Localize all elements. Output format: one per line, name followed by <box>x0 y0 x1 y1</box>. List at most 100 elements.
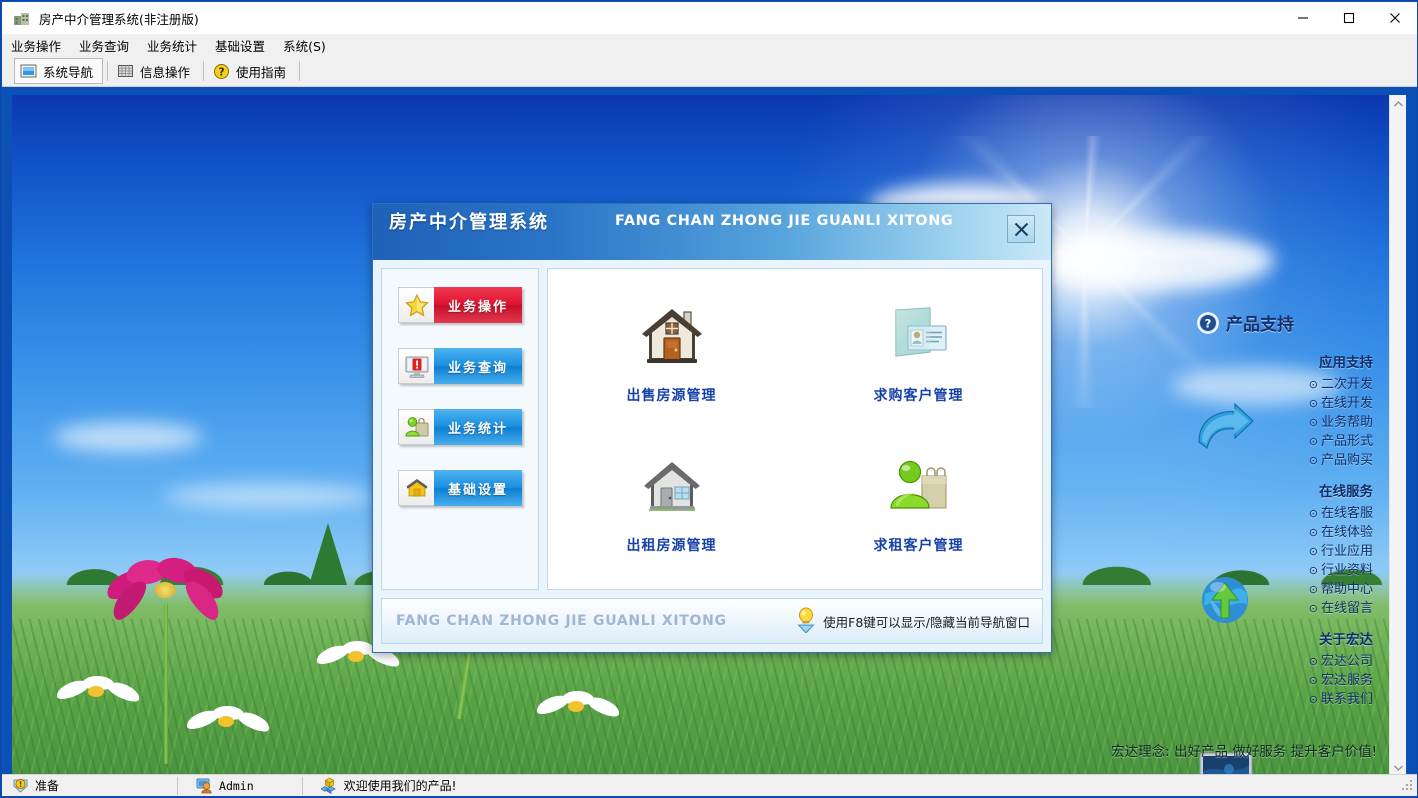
question-circle-icon: ? <box>1197 311 1219 334</box>
bullet-icon: ⊙ <box>1308 655 1318 668</box>
support-link-online-service[interactable]: ⊙ 在线客服 <box>1197 504 1377 523</box>
toolbar-button-info-operation[interactable]: 信息操作 <box>112 58 199 84</box>
nav-label-basic-settings: 基础设置 <box>434 470 522 506</box>
customer-bag-icon <box>886 454 952 519</box>
menu-basic-settings[interactable]: 基础设置 <box>206 34 274 57</box>
cloud <box>1033 231 1274 292</box>
support-link-industry-application[interactable]: ⊙ 行业应用 <box>1197 542 1377 561</box>
scroll-up-icon[interactable] <box>1390 95 1407 112</box>
support-link-hongda-company[interactable]: ⊙ 宏达公司 <box>1197 652 1377 671</box>
id-card-folder-icon <box>886 304 952 369</box>
toolbar-label-system-navigation: 系统导航 <box>43 64 94 80</box>
bullet-icon: ⊙ <box>1308 378 1318 391</box>
dialog-footer: FANG CHAN ZHONG JIE GUANLI XITONG 使用F8键可… <box>381 598 1043 644</box>
dialog-footer-tip-group: 使用F8键可以显示/隐藏当前导航窗口 <box>795 607 1030 636</box>
toolbar-label-user-guide: 使用指南 <box>236 64 287 80</box>
toolbar-separator <box>299 61 301 81</box>
star-icon <box>398 287 434 323</box>
blue-arrow-icon <box>1195 402 1255 459</box>
tile-house-rent-management[interactable]: 出租房源管理 <box>582 454 762 555</box>
tile-label-house-sale-management: 出售房源管理 <box>626 387 717 404</box>
close-button[interactable] <box>1372 2 1417 34</box>
window-titlebar: 房产中介管理系统(非注册版) <box>2 2 1417 34</box>
navigation-dialog: 房产中介管理系统 FANG CHAN ZHONG JIE GUANLI XITO… <box>372 203 1052 653</box>
application-window: 房产中介管理系统(非注册版) 业务操作 业务查询 业务统计 基础设置 系统(S) <box>0 0 1418 798</box>
menu-business-query[interactable]: 业务查询 <box>70 34 138 57</box>
toolbar-button-system-navigation[interactable]: 系统导航 <box>14 58 104 84</box>
house-rent-icon <box>639 454 705 519</box>
grid-icon <box>117 63 134 80</box>
alert-monitor-icon <box>398 348 434 384</box>
dialog-title-pinyin: FANG CHAN ZHONG JIE GUANLI XITONG <box>615 213 954 229</box>
flower-white <box>532 687 623 731</box>
vertical-scrollbar[interactable] <box>1389 95 1406 776</box>
product-support-panel: ? 产品支持 应用支持 ⊙ 二次开发 ⊙ 在线开发 ⊙ 业务帮助 ⊙ 产品形式 ⊙ 产品购… <box>1195 310 1377 776</box>
info-badge-icon <box>12 777 29 794</box>
support-link-secondary-development[interactable]: ⊙ 二次开发 <box>1197 375 1377 394</box>
bullet-icon: ⊙ <box>1308 397 1318 410</box>
support-link-online-demo[interactable]: ⊙ 在线体验 <box>1197 523 1377 542</box>
menu-business-statistics[interactable]: 业务统计 <box>138 34 206 57</box>
flower-white <box>182 702 273 746</box>
support-link-hongda-service[interactable]: ⊙ 宏达服务 <box>1197 671 1377 690</box>
lightbulb-download-icon <box>795 607 817 636</box>
dialog-footer-tip: 使用F8键可以显示/隐藏当前导航窗口 <box>823 614 1030 630</box>
nav-button-business-operation[interactable]: 业务操作 <box>398 287 522 323</box>
tile-label-house-rent-management: 出租房源管理 <box>626 537 717 554</box>
svg-text:?: ? <box>218 66 224 78</box>
status-bar: 准备 Admin 欢迎使用我们的产品! <box>2 774 1417 797</box>
user-chart-icon <box>398 409 434 445</box>
help-icon: ? <box>213 63 230 80</box>
bullet-icon: ⊙ <box>1308 583 1318 596</box>
support-group-title-0: 应用支持 <box>1319 355 1373 371</box>
toolbar-separator <box>107 61 109 81</box>
support-group-title-2: 关于宏达 <box>1319 632 1373 648</box>
toolbar-label-info-operation: 信息操作 <box>140 64 191 80</box>
bullet-icon: ⊙ <box>1308 454 1318 467</box>
dialog-titlebar: 房产中介管理系统 FANG CHAN ZHONG JIE GUANLI XITO… <box>373 204 1051 260</box>
globe-arrow-icon <box>1199 574 1251 629</box>
minimize-button[interactable] <box>1280 2 1326 34</box>
support-group-title-1: 在线服务 <box>1319 484 1373 500</box>
bullet-icon: ⊙ <box>1308 564 1318 577</box>
cloud <box>53 421 204 452</box>
product-support-title: 产品支持 <box>1226 315 1294 335</box>
nav-button-basic-settings[interactable]: 基础设置 <box>398 470 522 506</box>
nav-button-business-statistics[interactable]: 业务统计 <box>398 409 522 445</box>
bullet-icon: ⊙ <box>1308 416 1318 429</box>
tile-renter-customer-management[interactable]: 求租客户管理 <box>829 454 1009 555</box>
toolbar-button-user-guide[interactable]: ? 使用指南 <box>208 58 295 84</box>
dialog-body: 业务操作 业务查询 业务统计 基础设置 出售房源管理 求购客户管理 出租房源管理… <box>373 260 1051 598</box>
status-welcome-text: 欢迎使用我们的产品! <box>343 779 457 793</box>
dialog-close-button[interactable] <box>1007 215 1035 243</box>
resize-grip-icon[interactable] <box>1402 780 1414 792</box>
house-sale-icon <box>639 304 705 369</box>
conifer-tree <box>308 523 347 586</box>
menu-system[interactable]: 系统(S) <box>274 34 335 57</box>
app-icon <box>13 10 31 26</box>
bullet-icon: ⊙ <box>1308 602 1318 615</box>
toolbar-separator <box>203 61 205 81</box>
dialog-footer-pinyin: FANG CHAN ZHONG JIE GUANLI XITONG <box>396 613 727 629</box>
cloud <box>163 483 374 510</box>
tile-house-sale-management[interactable]: 出售房源管理 <box>582 304 762 405</box>
nav-label-business-query: 业务查询 <box>434 348 522 384</box>
bullet-icon: ⊙ <box>1308 545 1318 558</box>
maximize-button[interactable] <box>1326 2 1372 34</box>
blocks-icon <box>319 777 338 795</box>
product-support-header: ? 产品支持 <box>1197 310 1377 335</box>
dialog-nav-column: 业务操作 业务查询 业务统计 基础设置 <box>381 268 539 590</box>
dialog-titlebar-text-row: 房产中介管理系统 FANG CHAN ZHONG JIE GUANLI XITO… <box>373 204 1051 238</box>
nav-button-business-query[interactable]: 业务查询 <box>398 348 522 384</box>
tile-buyer-customer-management[interactable]: 求购客户管理 <box>829 304 1009 405</box>
dialog-title-chinese: 房产中介管理系统 <box>389 212 549 233</box>
bullet-icon: ⊙ <box>1308 693 1318 706</box>
dialog-title-reflection: 房产中介管理系统 FANG CHAN ZHONG JIE GUANLI XITO… <box>373 238 1051 260</box>
flower-magenta <box>102 553 232 764</box>
status-user-cell: Admin <box>178 775 264 797</box>
bullet-icon: ⊙ <box>1308 435 1318 448</box>
support-link-contact-us[interactable]: ⊙ 联系我们 <box>1197 690 1377 709</box>
dialog-content-grid: 出售房源管理 求购客户管理 出租房源管理 求租客户管理 <box>547 268 1043 590</box>
menu-business-operation[interactable]: 业务操作 <box>2 34 70 57</box>
house-gear-icon <box>398 470 434 506</box>
